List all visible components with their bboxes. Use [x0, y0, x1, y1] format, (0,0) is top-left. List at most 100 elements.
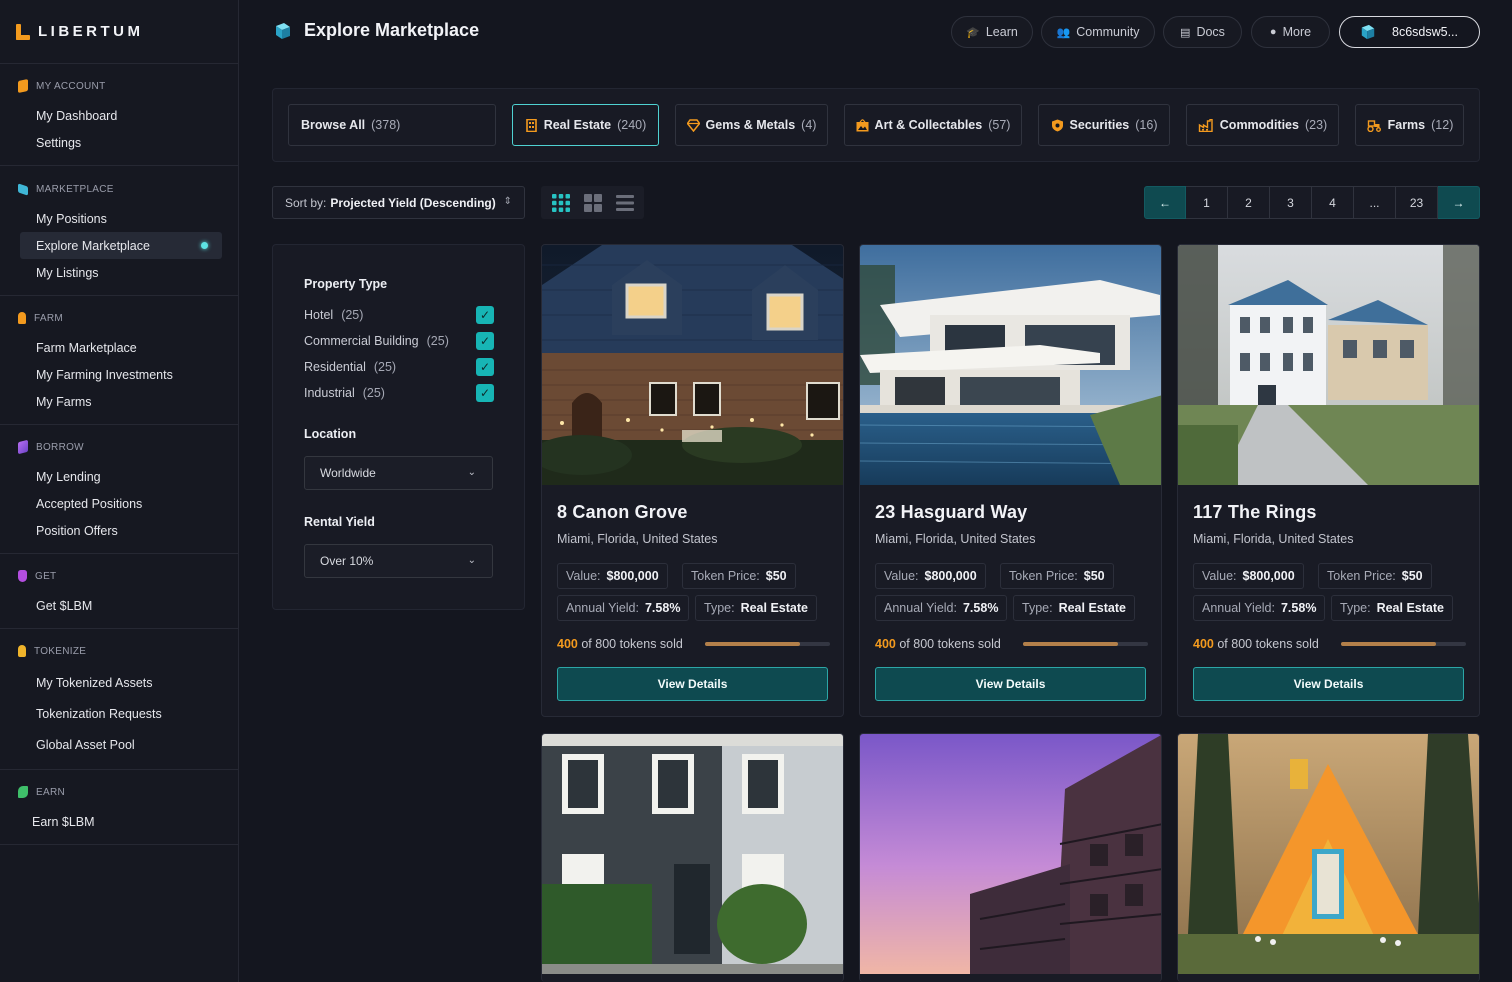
get-icon [18, 570, 27, 582]
sort-chevron-icon: ⇕ [503, 196, 512, 207]
page-2-button[interactable]: 2 [1228, 186, 1270, 219]
property-location: Miami, Florida, United States [875, 532, 1036, 546]
industrial-checkbox[interactable]: ✓ [476, 384, 494, 402]
page-3-button[interactable]: 3 [1270, 186, 1312, 219]
nav-head-earn: EARN [0, 784, 238, 800]
users-icon: 👥 [1056, 26, 1071, 39]
sidebar-item-farm-marketplace[interactable]: Farm Marketplace [20, 334, 222, 361]
sidebar-item-my-farms[interactable]: My Farms [20, 388, 222, 415]
residential-checkbox[interactable]: ✓ [476, 358, 494, 376]
wallet-button[interactable]: 8c6sdsw5... [1339, 16, 1480, 48]
sidebar-item-explore-marketplace[interactable]: Explore Marketplace [20, 232, 222, 259]
nav-head-my-account: MY ACCOUNT [0, 78, 238, 94]
arrow-left-icon: ← [1159, 195, 1171, 210]
property-card[interactable]: 8 Canon Grove Miami, Florida, United Sta… [541, 244, 844, 717]
filter-industrial[interactable]: Industrial (25) ✓ [304, 384, 494, 402]
nav-section-my-account: MY ACCOUNT My Dashboard Settings [0, 64, 238, 166]
page-title: Explore Marketplace [304, 20, 480, 40]
property-card[interactable] [1177, 733, 1480, 982]
category-gems-metals[interactable]: Gems & Metals (4) [675, 104, 828, 146]
nav-head-get: GET [0, 568, 238, 584]
sidebar-item-my-positions[interactable]: My Positions [20, 205, 222, 232]
view-details-button[interactable]: View Details [1193, 667, 1464, 701]
property-name[interactable]: 23 Hasguard Way [875, 502, 1027, 523]
property-name[interactable]: 117 The Rings [1193, 502, 1317, 523]
filter-commercial-building[interactable]: Commercial Building (25) ✓ [304, 332, 494, 350]
property-photo[interactable] [860, 245, 1162, 485]
property-photo[interactable] [860, 734, 1162, 974]
nav-section-marketplace: MARKETPLACE My Positions Explore Marketp… [0, 166, 238, 296]
property-photo[interactable] [1178, 734, 1480, 974]
category-farms[interactable]: Farms (12) [1355, 104, 1464, 146]
pagination: ← 1 2 3 4 ... 23 → [1144, 186, 1480, 219]
category-commodities[interactable]: Commodities (23) [1186, 104, 1339, 146]
view-details-button[interactable]: View Details [875, 667, 1146, 701]
filter-hotel[interactable]: Hotel (25) ✓ [304, 306, 494, 324]
arrow-right-icon: → [1452, 195, 1465, 210]
rental-yield-select[interactable]: Over 10% ⌄ [304, 544, 493, 578]
category-art-collectables[interactable]: Art & Collectables (57) [844, 104, 1022, 146]
sidebar-item-earn-lbm[interactable]: Earn $LBM [16, 808, 222, 835]
sidebar-item-get-lbm[interactable]: Get $LBM [20, 592, 222, 619]
property-card[interactable] [859, 733, 1162, 982]
next-page-button[interactable]: → [1438, 186, 1480, 219]
property-card[interactable]: 23 Hasguard Way Miami, Florida, United S… [859, 244, 1162, 717]
nav-head-borrow: BORROW [0, 439, 238, 455]
borrow-icon [18, 439, 28, 455]
logo[interactable]: LIBERTUM [0, 0, 238, 64]
sidebar-item-my-dashboard[interactable]: My Dashboard [20, 102, 222, 129]
property-location: Miami, Florida, United States [557, 532, 718, 546]
learn-button[interactable]: 🎓 Learn [951, 16, 1033, 48]
commercial-building-checkbox[interactable]: ✓ [476, 332, 494, 350]
marketplace-cube-icon [276, 22, 290, 39]
rental-yield-title: Rental Yield [304, 515, 375, 529]
annual-yield-chip: Annual Yield: 7.58% [557, 595, 690, 621]
location-select[interactable]: Worldwide ⌄ [304, 456, 493, 490]
sidebar-item-my-tokenized-assets[interactable]: My Tokenized Assets [20, 667, 222, 698]
sidebar-item-accepted-positions[interactable]: Accepted Positions [20, 490, 222, 517]
category-real-estate[interactable]: Real Estate (240) [512, 104, 659, 146]
view-toggle [541, 186, 644, 219]
nav-section-earn: EARN Earn $LBM [0, 770, 238, 845]
grid-large-icon[interactable] [584, 194, 602, 212]
more-button[interactable]: ● More [1251, 16, 1330, 48]
filter-residential[interactable]: Residential (25) ✓ [304, 358, 494, 376]
shield-icon [1051, 119, 1063, 131]
account-icon [18, 78, 28, 94]
docs-button[interactable]: ▤ Docs [1163, 16, 1242, 48]
type-chip: Type: Real Estate [1331, 595, 1453, 621]
sort-dropdown[interactable]: Sort by: Projected Yield (Descending) ⇕ [272, 186, 525, 219]
hotel-checkbox[interactable]: ✓ [476, 306, 494, 324]
page-23-button[interactable]: 23 [1396, 186, 1438, 219]
tokens-sold-text: 400 of 800 tokens sold [1193, 637, 1319, 651]
page-4-button[interactable]: 4 [1312, 186, 1354, 219]
category-browse-all[interactable]: Browse All (378) [288, 104, 496, 146]
sidebar-item-position-offers[interactable]: Position Offers [20, 517, 222, 544]
sidebar-item-tokenization-requests[interactable]: Tokenization Requests [20, 698, 222, 729]
token-price-chip: Token Price: $50 [1000, 563, 1114, 589]
sidebar-item-my-listings[interactable]: My Listings [20, 259, 222, 286]
value-chip: Value: $800,000 [1193, 563, 1304, 589]
view-details-button[interactable]: View Details [557, 667, 828, 701]
property-card[interactable] [541, 733, 844, 982]
property-photo[interactable] [542, 734, 844, 974]
nav-section-farm: FARM Farm Marketplace My Farming Investm… [0, 296, 238, 425]
grid-small-icon[interactable] [552, 194, 570, 212]
marketplace-icon [18, 182, 28, 196]
prev-page-button[interactable]: ← [1144, 186, 1186, 219]
community-button[interactable]: 👥 Community [1041, 16, 1155, 48]
sidebar-item-my-lending[interactable]: My Lending [20, 463, 222, 490]
property-photo[interactable] [542, 245, 844, 485]
sidebar-item-global-asset-pool[interactable]: Global Asset Pool [20, 729, 222, 760]
list-view-icon[interactable] [616, 194, 634, 212]
category-securities[interactable]: Securities (16) [1038, 104, 1170, 146]
property-name[interactable]: 8 Canon Grove [557, 502, 688, 523]
property-photo[interactable] [1178, 245, 1480, 485]
sidebar-item-settings[interactable]: Settings [20, 129, 222, 156]
page-1-button[interactable]: 1 [1186, 186, 1228, 219]
property-location: Miami, Florida, United States [1193, 532, 1354, 546]
chevron-down-icon: ⌄ [467, 555, 476, 566]
sidebar-item-my-farming-investments[interactable]: My Farming Investments [20, 361, 222, 388]
category-bar: Browse All (378) Real Estate (240) Gems & … [272, 88, 1480, 162]
property-card[interactable]: 117 The Rings Miami, Florida, United Sta… [1177, 244, 1480, 717]
